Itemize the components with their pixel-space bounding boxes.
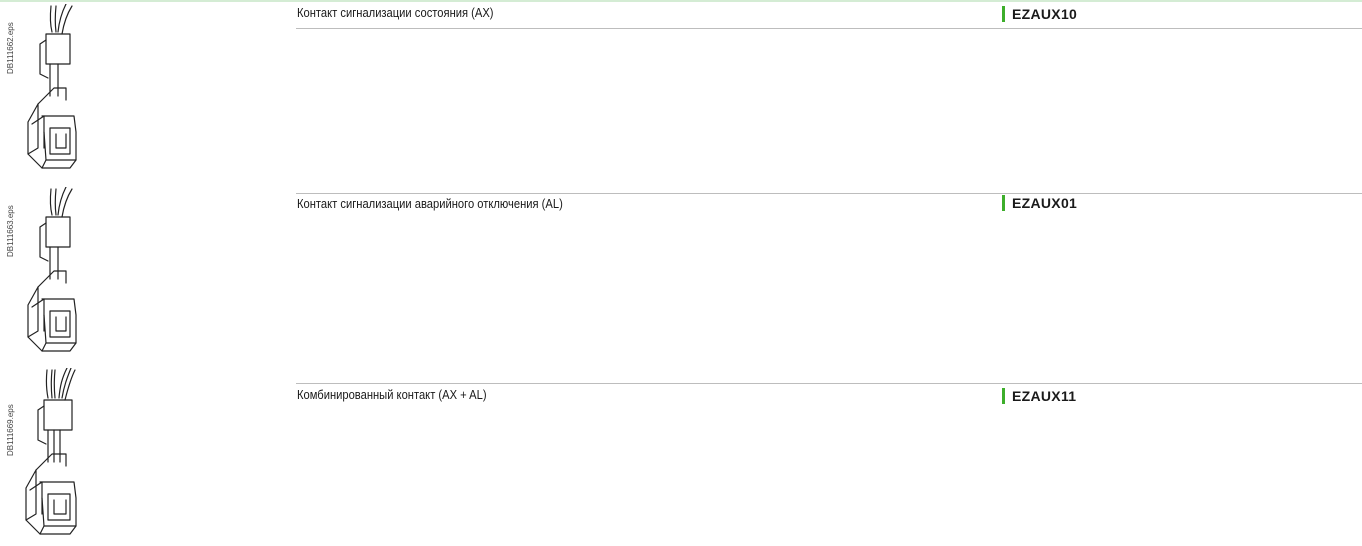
code-accent-bar <box>1002 388 1005 404</box>
product-row: DB111662.eps Контакт сигнализации состоя… <box>0 0 1362 180</box>
product-description: Комбинированный контакт (AX + AL) <box>297 387 487 402</box>
code-accent-bar <box>1002 195 1005 211</box>
product-code: EZAUX01 <box>1012 195 1078 211</box>
product-row: DB111669.eps Комбинированный контакт (AX… <box>0 366 1362 546</box>
row-separator <box>296 28 1362 29</box>
product-row: DB111663.eps Контакт сигнализации аварий… <box>0 183 1362 363</box>
product-description: Контакт сигнализации аварийного отключен… <box>297 196 563 211</box>
row-separator <box>296 383 1362 384</box>
combined-contact-icon <box>25 368 77 535</box>
product-description: Контакт сигнализации состояния (AX) <box>297 5 494 20</box>
auxiliary-contact-icon <box>27 187 77 352</box>
product-code: EZAUX10 <box>1012 6 1078 22</box>
code-accent-bar <box>1002 6 1005 22</box>
row-separator <box>296 193 1362 194</box>
product-code: EZAUX11 <box>1012 388 1077 404</box>
auxiliary-contact-icon <box>27 4 77 169</box>
